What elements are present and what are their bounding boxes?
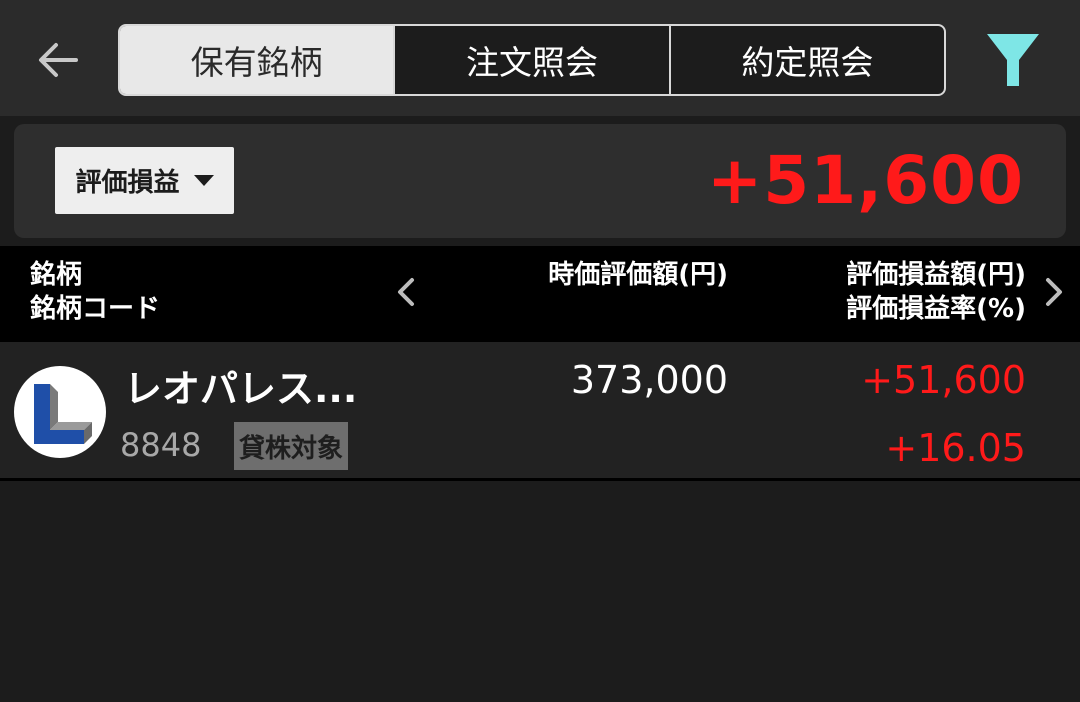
- holding-row[interactable]: レオパレス... 8848 貸株対象 373,000 +51,600 +16.0…: [0, 342, 1080, 481]
- column-header: 銘柄 銘柄コード 時価評価額(円) 評価損益額(円) 評価損益率(%): [0, 246, 1080, 342]
- lending-badge: 貸株対象: [234, 422, 349, 470]
- profit-loss-amount: +51,600: [861, 358, 1026, 402]
- column-pl-amount-label: 評価損益額(円): [846, 260, 1026, 290]
- summary-metric-label: 評価損益: [75, 168, 180, 198]
- tab-orders[interactable]: 注文照会: [393, 26, 668, 94]
- tab-holdings[interactable]: 保有銘柄: [120, 26, 394, 94]
- tab-bar: 保有銘柄 注文照会 約定照会: [118, 24, 946, 96]
- summary-total-value: +51,600: [707, 142, 1024, 219]
- market-value: 373,000: [570, 358, 728, 402]
- company-logo-icon: [34, 384, 92, 444]
- stock-name: レオパレス...: [124, 367, 358, 411]
- column-profit-loss: 評価損益額(円) 評価損益率(%): [846, 258, 1026, 326]
- column-stock-code-label: 銘柄コード: [30, 294, 161, 324]
- chevron-left-icon[interactable]: [394, 274, 418, 310]
- stock-code: 8848: [120, 426, 202, 464]
- column-stock: 銘柄 銘柄コード: [30, 258, 160, 326]
- back-button[interactable]: [34, 38, 82, 82]
- summary-panel: 評価損益 +51,600: [14, 124, 1066, 238]
- summary-metric-select[interactable]: 評価損益: [55, 147, 234, 214]
- filter-icon: [987, 34, 1039, 86]
- caret-down-icon: [193, 175, 214, 186]
- stock-logo: [14, 366, 106, 458]
- tab-executions[interactable]: 約定照会: [668, 26, 944, 94]
- profit-loss-rate: +16.05: [885, 426, 1026, 470]
- column-stock-name-label: 銘柄: [30, 260, 83, 290]
- chevron-right-icon[interactable]: [1042, 274, 1066, 310]
- arrow-left-icon: [39, 43, 78, 77]
- filter-button[interactable]: [984, 30, 1042, 90]
- column-pl-rate-label: 評価損益率(%): [846, 294, 1026, 324]
- top-bar: 保有銘柄 注文照会 約定照会: [0, 0, 1080, 116]
- column-market-value-label: 時価評価額(円): [548, 260, 728, 290]
